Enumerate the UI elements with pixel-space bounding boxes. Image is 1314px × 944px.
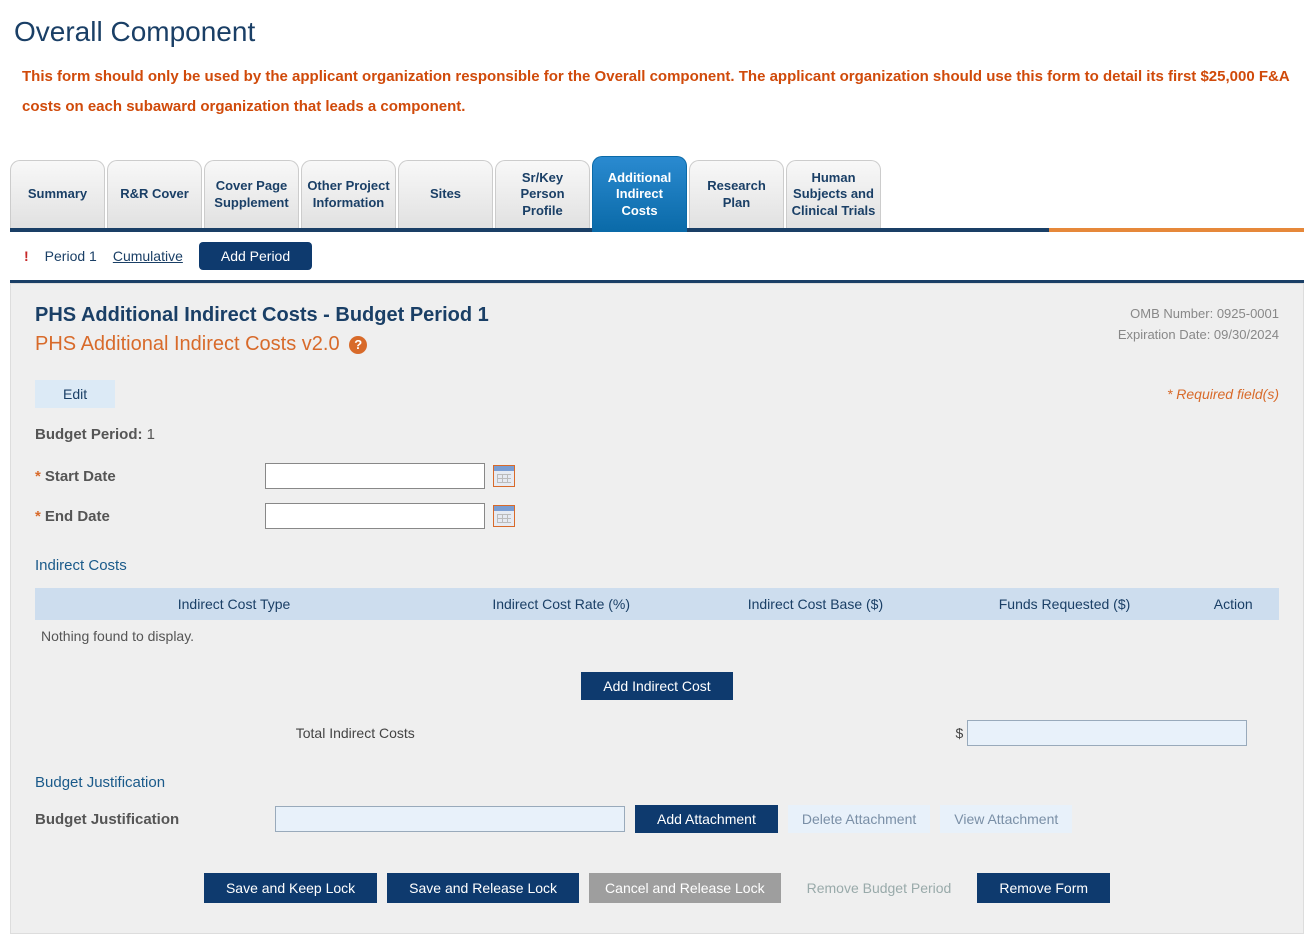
page-title: Overall Component [14, 16, 1304, 48]
tab-sites[interactable]: Sites [398, 160, 493, 228]
panel-subtitle: PHS Additional Indirect Costs v2.0 [35, 333, 340, 355]
omb-number: OMB Number: 0925-0001 [1118, 304, 1279, 325]
budget-justification-input[interactable] [275, 806, 625, 832]
col-funds-requested: Funds Requested ($) [942, 588, 1188, 620]
tab-research-plan[interactable]: Research Plan [689, 160, 784, 228]
col-indirect-cost-type: Indirect Cost Type [35, 588, 433, 620]
tab-cover-page-supplement[interactable]: Cover Page Supplement [204, 160, 299, 228]
remove-form-button[interactable]: Remove Form [977, 873, 1110, 903]
tab-human-subjects-clinical-trials[interactable]: Human Subjects and Clinical Trials [786, 160, 881, 228]
col-action: Action [1187, 588, 1279, 620]
required-fields-note: * Required field(s) [1167, 386, 1279, 402]
cumulative-link[interactable]: Cumulative [113, 248, 183, 264]
save-release-lock-button[interactable]: Save and Release Lock [387, 873, 579, 903]
total-indirect-costs-label: Total Indirect Costs [35, 725, 956, 741]
start-date-input[interactable] [265, 463, 485, 489]
table-empty-message: Nothing found to display. [35, 620, 1279, 652]
total-indirect-costs-input[interactable] [967, 720, 1247, 746]
period-1-link[interactable]: Period 1 [45, 248, 97, 264]
budget-justification-label: Budget Justification [35, 811, 265, 828]
alert-icon: ! [24, 248, 29, 264]
tab-other-project-information[interactable]: Other Project Information [301, 160, 396, 228]
add-attachment-button[interactable]: Add Attachment [635, 805, 778, 833]
add-indirect-cost-button[interactable]: Add Indirect Cost [581, 672, 732, 700]
tab-additional-indirect-costs[interactable]: Additional Indirect Costs [592, 156, 687, 232]
add-period-button[interactable]: Add Period [199, 242, 312, 270]
period-strip: ! Period 1 Cumulative Add Period [10, 232, 1304, 280]
panel-title: PHS Additional Indirect Costs - Budget P… [35, 304, 489, 327]
indirect-costs-header: Indirect Costs [35, 557, 1279, 574]
dollar-sign: $ [956, 725, 964, 741]
col-indirect-cost-rate: Indirect Cost Rate (%) [433, 588, 689, 620]
edit-button[interactable]: Edit [35, 380, 115, 408]
budget-period-display: Budget Period: 1 [35, 426, 1279, 443]
tab-rr-cover[interactable]: R&R Cover [107, 160, 202, 228]
start-date-label: *Start Date [35, 468, 265, 485]
form-panel: PHS Additional Indirect Costs - Budget P… [10, 283, 1304, 934]
help-icon[interactable]: ? [349, 336, 367, 354]
calendar-icon[interactable] [493, 505, 515, 527]
end-date-label: *End Date [35, 508, 265, 525]
tab-summary[interactable]: Summary [10, 160, 105, 228]
budget-justification-header: Budget Justification [35, 774, 1279, 791]
save-keep-lock-button[interactable]: Save and Keep Lock [204, 873, 377, 903]
expiration-date: Expiration Date: 09/30/2024 [1118, 325, 1279, 346]
col-indirect-cost-base: Indirect Cost Base ($) [689, 588, 941, 620]
remove-budget-period-button: Remove Budget Period [791, 873, 968, 903]
cancel-release-lock-button[interactable]: Cancel and Release Lock [589, 873, 781, 903]
tab-sr-key-person-profile[interactable]: Sr/Key Person Profile [495, 160, 590, 228]
tabs-row: Summary R&R Cover Cover Page Supplement … [10, 152, 1304, 228]
calendar-icon[interactable] [493, 465, 515, 487]
delete-attachment-button: Delete Attachment [788, 805, 930, 833]
footer-buttons: Save and Keep Lock Save and Release Lock… [35, 873, 1279, 903]
form-warning-text: This form should only be used by the app… [22, 62, 1304, 122]
view-attachment-button: View Attachment [940, 805, 1072, 833]
indirect-costs-table: Indirect Cost Type Indirect Cost Rate (%… [35, 588, 1279, 620]
end-date-input[interactable] [265, 503, 485, 529]
